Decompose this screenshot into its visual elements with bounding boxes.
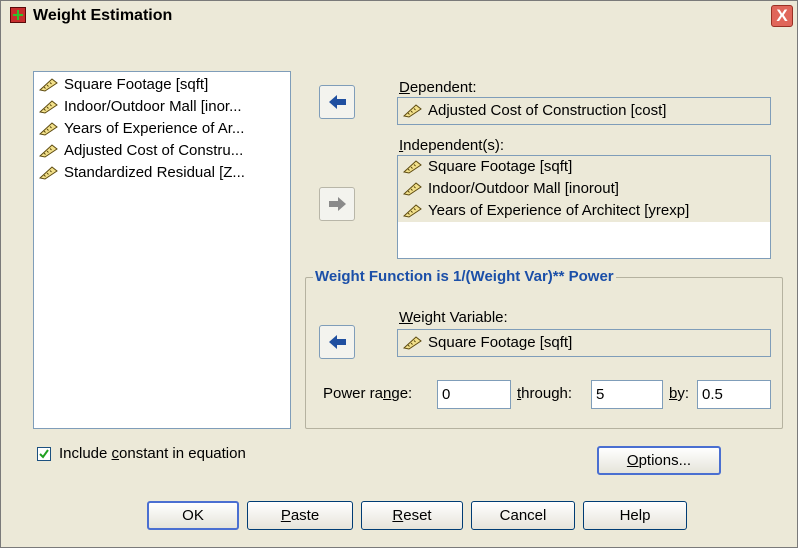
ruler-scale-icon — [402, 204, 424, 218]
weight-function-group-title: Weight Function is 1/(Weight Var)** Powe… — [313, 268, 616, 285]
list-item[interactable]: Indoor/Outdoor Mall [inorout] — [398, 178, 770, 200]
weight-variable-field[interactable]: Square Footage [sqft] — [397, 329, 771, 357]
weight-estimation-dialog: Weight Estimation X Square Footage [sqft… — [0, 0, 798, 548]
help-button[interactable]: Help — [583, 501, 687, 530]
ruler-scale-icon — [38, 122, 60, 136]
move-independent-button[interactable] — [319, 187, 355, 221]
list-item[interactable]: Square Footage [sqft] — [398, 156, 770, 178]
close-icon: X — [776, 6, 788, 25]
ruler-scale-icon — [402, 104, 424, 118]
list-item[interactable]: Years of Experience of Architect [yrexp] — [398, 200, 770, 222]
ok-button[interactable]: OK — [147, 501, 239, 530]
close-button[interactable]: X — [771, 5, 793, 27]
ruler-scale-icon — [38, 100, 60, 114]
power-range-label: Power range: — [323, 385, 413, 402]
independents-list[interactable]: Square Footage [sqft] Indoor/Outdoor Mal… — [397, 155, 771, 259]
power-from-input[interactable]: 0 — [437, 380, 511, 409]
include-constant-label[interactable]: Include constant in equation — [59, 445, 246, 462]
arrow-left-icon — [329, 95, 346, 109]
checkmark-icon — [39, 449, 49, 459]
power-to-input[interactable]: 5 — [591, 380, 663, 409]
ruler-scale-icon — [38, 144, 60, 158]
arrow-right-icon — [329, 197, 346, 211]
independents-label: Independent(s): — [399, 137, 505, 154]
arrow-left-icon — [329, 335, 346, 349]
ruler-scale-icon — [38, 166, 60, 180]
ruler-scale-icon — [402, 182, 424, 196]
app-icon — [10, 7, 26, 23]
ruler-scale-icon — [38, 78, 60, 92]
dependent-label: Dependent: — [399, 79, 477, 96]
cancel-button[interactable]: Cancel — [471, 501, 575, 530]
by-label: by: — [669, 385, 690, 402]
options-button[interactable]: Options... — [597, 446, 721, 475]
weight-variable-label: Weight Variable: — [399, 309, 508, 326]
list-item[interactable]: Years of Experience of Ar... — [34, 118, 290, 140]
include-constant-checkbox[interactable] — [37, 447, 51, 461]
list-item[interactable]: Adjusted Cost of Construction [cost] — [398, 98, 770, 124]
through-label: through: — [517, 385, 573, 402]
list-item[interactable]: Adjusted Cost of Constru... — [34, 140, 290, 162]
reset-button[interactable]: Reset — [361, 501, 463, 530]
list-item[interactable]: Square Footage [sqft] — [398, 330, 770, 356]
ruler-scale-icon — [402, 160, 424, 174]
list-item[interactable]: Standardized Residual [Z... — [34, 162, 290, 184]
source-variable-list[interactable]: Square Footage [sqft] Indoor/Outdoor Mal… — [33, 71, 291, 429]
list-item[interactable]: Indoor/Outdoor Mall [inor... — [34, 96, 290, 118]
dependent-field[interactable]: Adjusted Cost of Construction [cost] — [397, 97, 771, 125]
paste-button[interactable]: Paste — [247, 501, 353, 530]
move-dependent-button[interactable] — [319, 85, 355, 119]
title-bar: Weight Estimation X — [1, 1, 797, 31]
power-by-input[interactable]: 0.5 — [697, 380, 771, 409]
ruler-scale-icon — [402, 336, 424, 350]
move-weight-button[interactable] — [319, 325, 355, 359]
window-title: Weight Estimation — [33, 7, 173, 24]
list-item[interactable]: Square Footage [sqft] — [34, 74, 290, 96]
